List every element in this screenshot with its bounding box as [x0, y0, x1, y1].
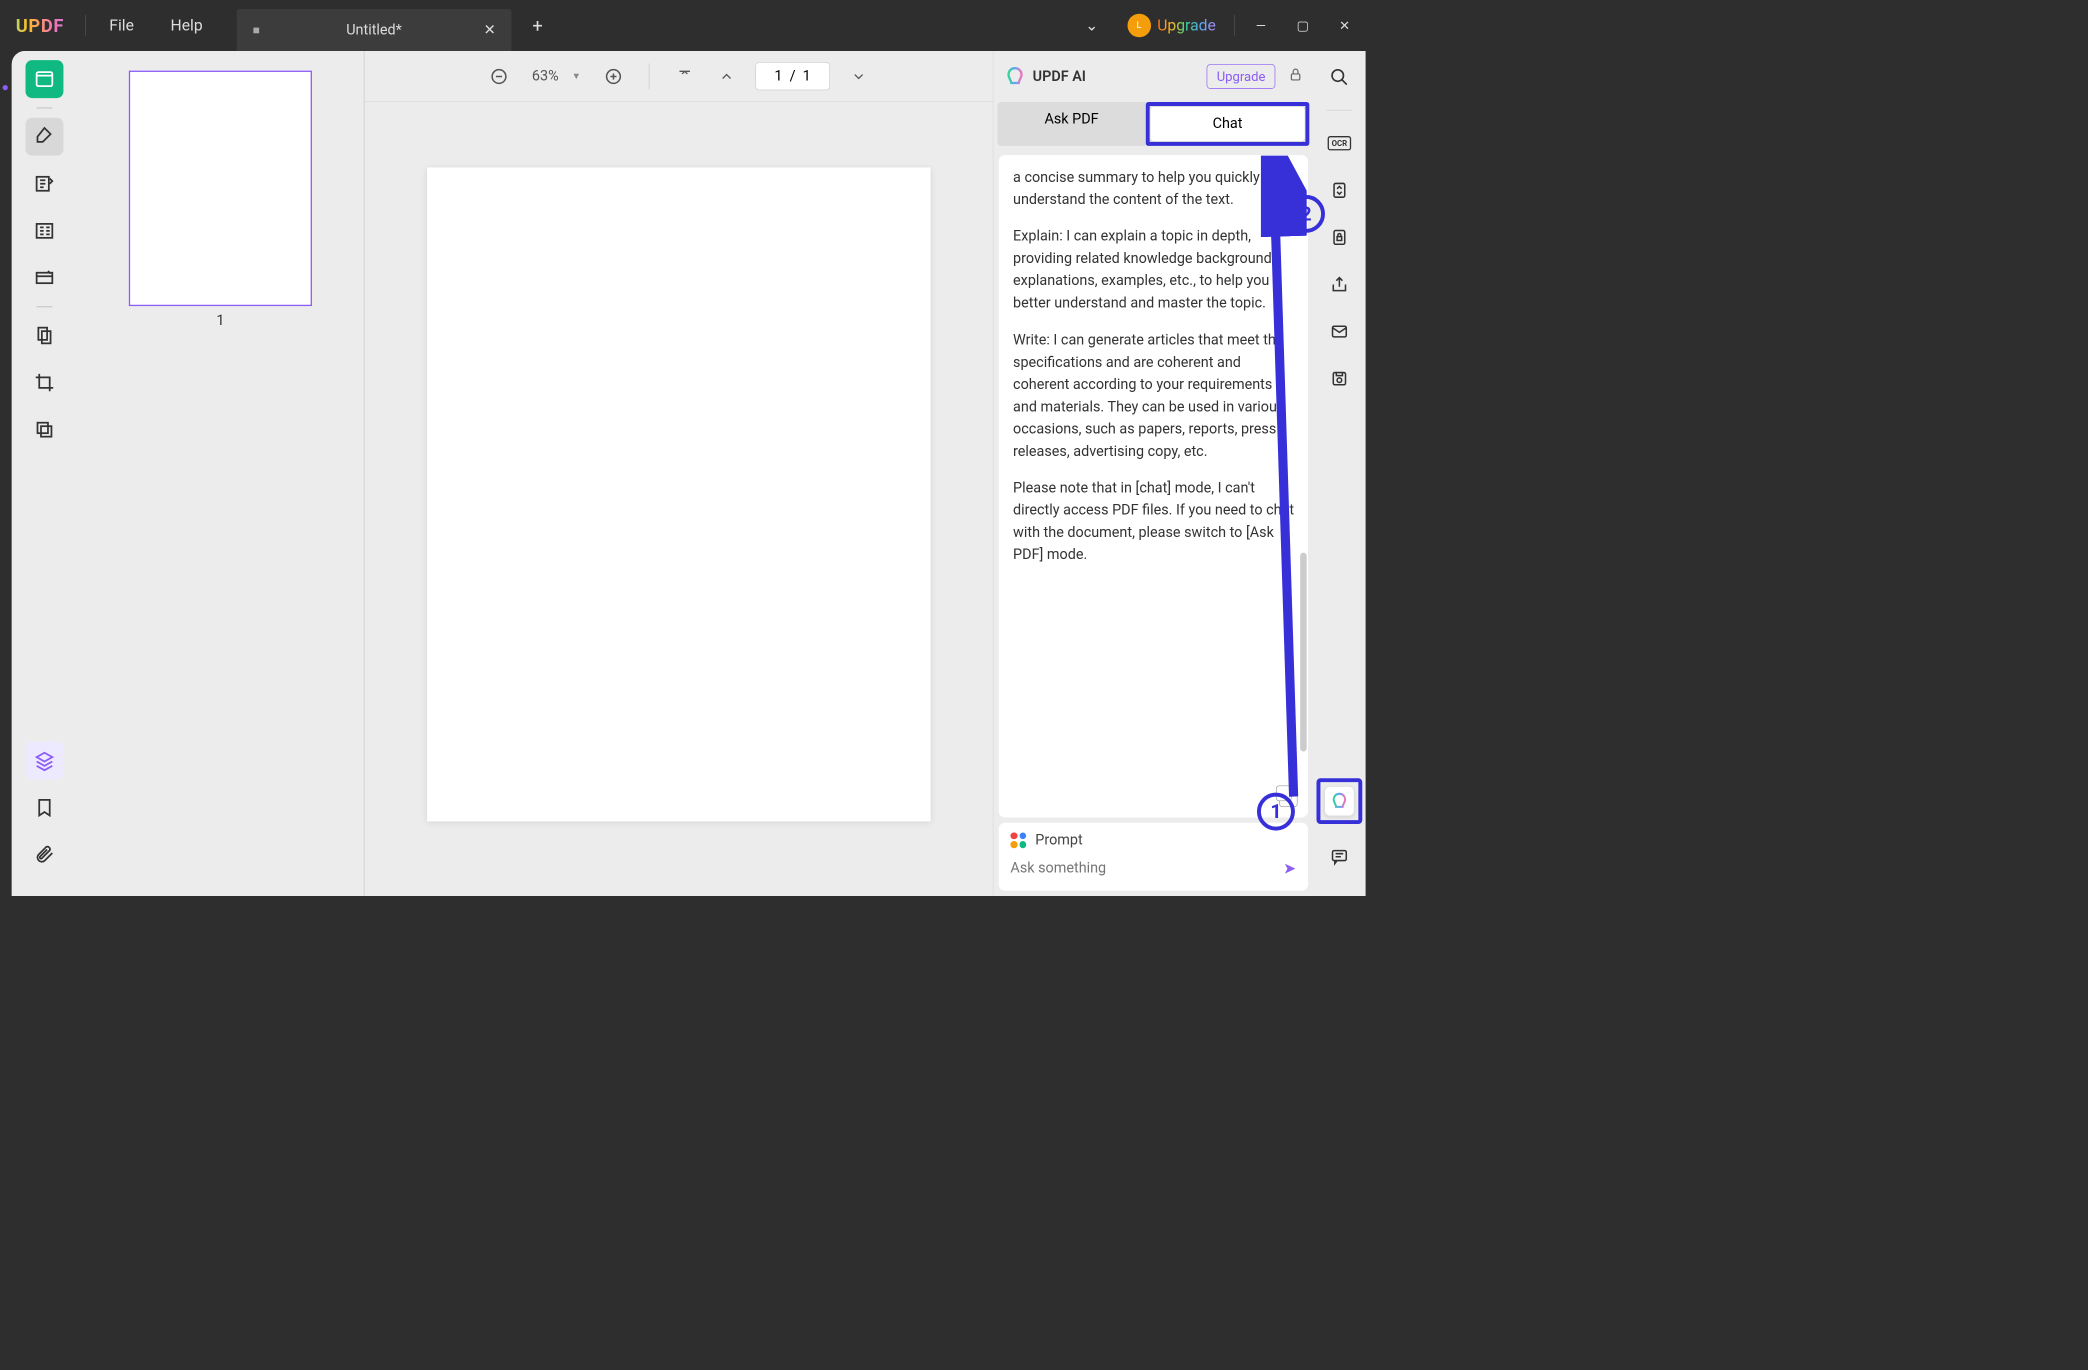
document-page — [427, 167, 931, 821]
add-tab-button[interactable]: + — [518, 15, 557, 37]
send-button[interactable]: ➤ — [1283, 859, 1296, 877]
app-logo: UPDF — [0, 15, 80, 37]
thumbnail-page-number: 1 — [216, 313, 224, 329]
ai-header: UPDF AI Upgrade — [993, 51, 1313, 102]
chevron-down-icon: ▼ — [572, 71, 581, 82]
email-button[interactable] — [1325, 317, 1354, 346]
maximize-button[interactable]: ▢ — [1282, 18, 1324, 34]
user-avatar: L — [1127, 14, 1151, 38]
convert-button[interactable] — [1325, 176, 1354, 205]
next-page-button[interactable] — [845, 63, 871, 89]
close-window-button[interactable]: ✕ — [1324, 18, 1366, 34]
updf-ai-icon — [1004, 65, 1026, 87]
watermark-tool[interactable] — [26, 411, 64, 449]
form-tool[interactable] — [26, 259, 64, 297]
prompt-icon — [1010, 832, 1026, 848]
first-page-button[interactable] — [672, 63, 698, 89]
document-viewport[interactable] — [365, 102, 993, 896]
document-tab[interactable]: ⬥ Untitled* ✕ — [237, 9, 512, 51]
divider — [1234, 15, 1235, 36]
attachment-tool[interactable] — [26, 836, 64, 874]
annotation-marker-1: 1 — [1257, 793, 1295, 831]
left-sidebar — [12, 51, 77, 896]
layers-tool[interactable] — [26, 742, 64, 780]
ai-tab-chat[interactable]: Chat — [1150, 106, 1306, 142]
organize-tool[interactable] — [26, 317, 64, 355]
divider — [85, 15, 86, 36]
separator — [37, 306, 53, 307]
upgrade-label: Upgrade — [1157, 16, 1216, 34]
protect-button[interactable] — [1325, 223, 1354, 252]
separator — [37, 107, 53, 108]
document-area: 63% ▼ 1 / 1 — [365, 51, 993, 896]
tab-bar: ⬥ Untitled* ✕ + — [237, 0, 557, 51]
crop-tool[interactable] — [26, 364, 64, 402]
annotation-marker-2: 2 — [1287, 195, 1325, 233]
right-sidebar: OCR — [1313, 51, 1365, 896]
upgrade-button[interactable]: L Upgrade — [1114, 10, 1229, 41]
page-thumbnail[interactable] — [129, 71, 312, 306]
ai-title: UPDF AI — [1033, 68, 1086, 84]
ai-tab-ask-pdf[interactable]: Ask PDF — [997, 102, 1145, 146]
main-area: 1 63% ▼ 1 / 1 — [12, 51, 1366, 896]
thumbnail-panel: 1 — [77, 51, 365, 896]
ai-upgrade-button[interactable]: Upgrade — [1207, 64, 1275, 89]
ai-assistant-button[interactable] — [1324, 786, 1354, 816]
titlebar: UPDF File Help ⬥ Untitled* ✕ + ⌄ L Upgra… — [0, 0, 1366, 51]
chevron-down-icon[interactable]: ⌄ — [1085, 16, 1098, 34]
share-button[interactable] — [1325, 270, 1354, 299]
zoom-level[interactable]: 63% ▼ — [528, 68, 585, 84]
page-indicator[interactable]: 1 / 1 — [755, 62, 829, 90]
annotation-arrow — [1261, 156, 1307, 810]
prompt-label: Prompt — [1035, 832, 1082, 848]
ai-message-text: Write: I can generate articles that meet… — [1013, 329, 1296, 463]
reader-tool[interactable] — [26, 60, 64, 98]
search-button[interactable] — [1325, 63, 1354, 92]
indicator-dot — [3, 85, 8, 90]
zoom-in-button[interactable] — [600, 63, 626, 89]
prev-page-button[interactable] — [714, 63, 740, 89]
save-button[interactable] — [1325, 364, 1354, 393]
menu-file[interactable]: File — [91, 16, 152, 34]
lock-icon[interactable] — [1288, 67, 1302, 85]
divider — [649, 63, 650, 89]
page-tool[interactable] — [26, 212, 64, 250]
ai-message-text: Explain: I can explain a topic in depth,… — [1013, 226, 1296, 315]
separator — [1326, 110, 1352, 111]
ai-message-text: a concise summary to help you quickly un… — [1013, 167, 1296, 212]
ai-tabs: Ask PDF Chat — [997, 102, 1309, 146]
ai-input[interactable] — [1010, 855, 1276, 882]
tab-title: Untitled* — [346, 22, 402, 38]
close-icon[interactable]: ✕ — [484, 22, 496, 38]
menu-help[interactable]: Help — [152, 16, 221, 34]
pin-icon: ⬥ — [249, 22, 265, 38]
ai-message-text: Please note that in [chat] mode, I can't… — [1013, 478, 1296, 567]
ai-float-button-wrapper — [1317, 778, 1363, 824]
document-toolbar: 63% ▼ 1 / 1 — [365, 51, 993, 102]
highlight-tool[interactable] — [26, 118, 64, 156]
zoom-out-button[interactable] — [486, 63, 512, 89]
comment-button[interactable] — [1325, 842, 1354, 871]
ocr-button[interactable]: OCR — [1325, 129, 1354, 158]
minimize-button[interactable]: — — [1240, 18, 1282, 34]
bookmark-tool[interactable] — [26, 789, 64, 827]
edit-tool[interactable] — [26, 165, 64, 203]
ai-prompt-area: Prompt ➤ — [999, 823, 1308, 891]
